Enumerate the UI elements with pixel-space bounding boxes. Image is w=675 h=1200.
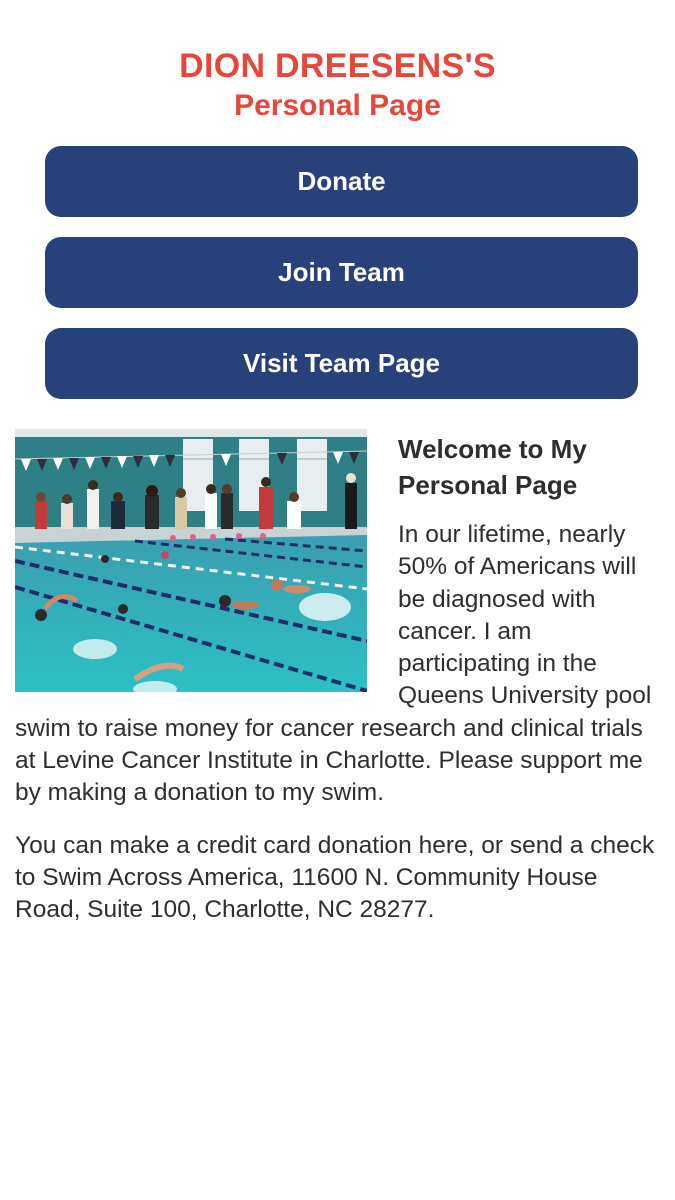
page-title: DION DREESENS'S [179, 47, 496, 85]
pool-swim-photo [15, 429, 367, 692]
action-buttons: Donate Join Team Visit Team Page [0, 146, 675, 399]
page-header: DION DREESENS'S Personal Page [0, 0, 675, 125]
join-team-button[interactable]: Join Team [45, 237, 638, 308]
page-subtitle: Personal Page [234, 89, 441, 122]
visit-team-page-button[interactable]: Visit Team Page [45, 328, 638, 399]
donation-info-paragraph: You can make a credit card donation here… [15, 831, 655, 924]
donate-button[interactable]: Donate [45, 146, 638, 217]
main-content: Welcome to My Personal Page In our lifet… [0, 419, 675, 927]
